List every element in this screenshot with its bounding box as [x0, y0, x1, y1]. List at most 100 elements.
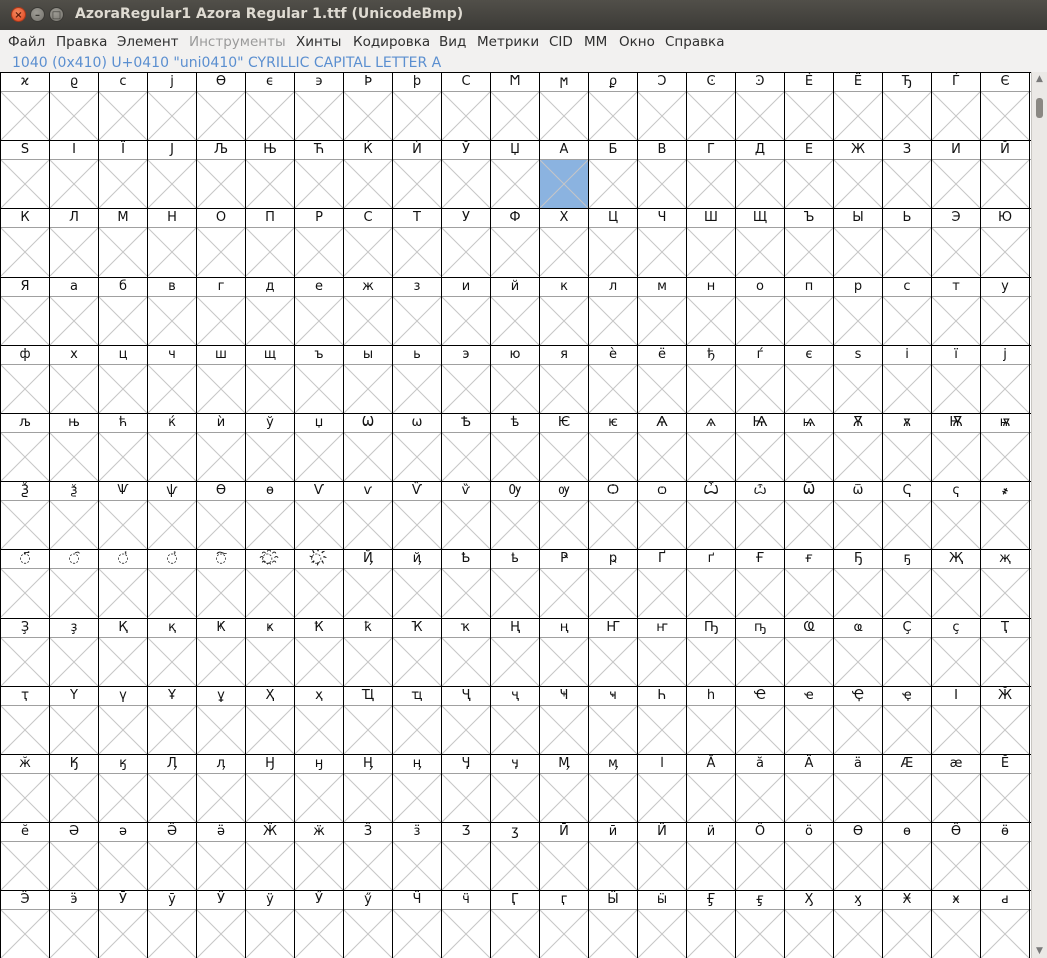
glyph-cell[interactable]: ӣ	[589, 823, 638, 891]
glyph-cell[interactable]: Ҏ	[540, 550, 589, 618]
menu-item[interactable]: Окно	[619, 34, 655, 50]
glyph-cell[interactable]: д	[246, 278, 295, 346]
scroll-up-arrow-icon[interactable]: ▲	[1034, 74, 1045, 84]
glyph-cell[interactable]: н	[687, 278, 736, 346]
glyph-cell[interactable]: ѭ	[981, 414, 1030, 482]
glyph-cell[interactable]: Ӈ	[246, 755, 295, 823]
glyph-cell[interactable]: ҏ	[589, 550, 638, 618]
glyph-cell[interactable]: Ӓ	[785, 755, 834, 823]
glyph-cell[interactable]: ҝ	[246, 619, 295, 687]
glyph-cell[interactable]: Џ	[491, 141, 540, 209]
glyph-cell[interactable]: Ы	[834, 209, 883, 277]
glyph-cell[interactable]: ѝ	[197, 414, 246, 482]
glyph-cell[interactable]: р	[834, 278, 883, 346]
menu-item[interactable]: MM	[584, 34, 607, 50]
glyph-cell[interactable]: ѳ	[246, 482, 295, 550]
minimize-window-button[interactable]: –	[30, 7, 45, 22]
glyph-cell[interactable]: х	[50, 346, 99, 414]
glyph-cell[interactable]: ӽ	[834, 891, 883, 958]
menu-item[interactable]: Вид	[439, 34, 466, 50]
glyph-cell[interactable]: ц	[99, 346, 148, 414]
glyph-cell[interactable]: Ӌ	[442, 755, 491, 823]
glyph-cell[interactable]: ф	[1, 346, 50, 414]
glyph-cell[interactable]: П	[246, 209, 295, 277]
glyph-cell[interactable]: І	[50, 141, 99, 209]
glyph-cell[interactable]: љ	[1, 414, 50, 482]
glyph-cell[interactable]: Ӿ	[883, 891, 932, 958]
glyph-cell[interactable]: ϴ	[197, 73, 246, 141]
glyph-cell[interactable]: ӕ	[932, 755, 981, 823]
glyph-cell[interactable]: Е	[785, 141, 834, 209]
glyph-cell[interactable]: ѽ	[736, 482, 785, 550]
glyph-cell[interactable]: џ	[295, 414, 344, 482]
glyph-cell[interactable]: Ӧ	[736, 823, 785, 891]
glyph-cell[interactable]: Ӱ	[197, 891, 246, 958]
glyph-cell[interactable]: Є	[981, 73, 1030, 141]
glyph-cell[interactable]: Ҙ	[1, 619, 50, 687]
glyph-cell[interactable]: ҫ	[932, 619, 981, 687]
glyph-cell[interactable]: Ӯ	[99, 891, 148, 958]
glyph-cell[interactable]: ϰ	[1, 73, 50, 141]
glyph-cell[interactable]: ѱ	[148, 482, 197, 550]
glyph-cell[interactable]: ҽ	[785, 687, 834, 755]
glyph-cell[interactable]: ѵ	[344, 482, 393, 550]
glyph-cell[interactable]: Җ	[932, 550, 981, 618]
glyph-cell[interactable]: ҷ	[491, 687, 540, 755]
glyph-cell[interactable]: җ	[981, 550, 1030, 618]
glyph-cell[interactable]: т	[932, 278, 981, 346]
glyph-cell[interactable]: Ҩ	[785, 619, 834, 687]
glyph-cell[interactable]: ѫ	[883, 414, 932, 482]
glyph-cell[interactable]: ѿ	[834, 482, 883, 550]
glyph-cell[interactable]: Т	[393, 209, 442, 277]
glyph-cell[interactable]: ҁ	[932, 482, 981, 550]
glyph-cell[interactable]: Ӥ	[638, 823, 687, 891]
glyph-cell[interactable]: Ҫ	[883, 619, 932, 687]
glyph-cell[interactable]: һ	[687, 687, 736, 755]
glyph-cell[interactable]: Ѧ	[638, 414, 687, 482]
menu-item[interactable]: Правка	[56, 34, 107, 50]
glyph-cell[interactable]: Ҿ	[834, 687, 883, 755]
scroll-down-arrow-icon[interactable]: ▼	[1034, 946, 1045, 956]
glyph-cell[interactable]: ќ	[148, 414, 197, 482]
glyph-cell[interactable]: ӑ	[736, 755, 785, 823]
glyph-cell[interactable]: Ѹ	[491, 482, 540, 550]
glyph-cell[interactable]: ԁ	[981, 891, 1030, 958]
glyph-cell[interactable]: о	[736, 278, 785, 346]
glyph-cell[interactable]: ѓ	[736, 346, 785, 414]
glyph-cell[interactable]: Ѝ	[393, 141, 442, 209]
glyph-cell[interactable]: с	[883, 278, 932, 346]
glyph-cell[interactable]: ѥ	[589, 414, 638, 482]
glyph-cell[interactable]: ж	[344, 278, 393, 346]
glyph-cell[interactable]: Ѿ	[785, 482, 834, 550]
glyph-cell[interactable]: ӷ	[540, 891, 589, 958]
glyph-cell[interactable]: ѹ	[540, 482, 589, 550]
glyph-cell[interactable]: к	[540, 278, 589, 346]
glyph-cell[interactable]: Ь	[883, 209, 932, 277]
glyph-cell[interactable]: Ӹ	[589, 891, 638, 958]
glyph-cell[interactable]: Ө	[834, 823, 883, 891]
glyph-cell[interactable]: ә	[99, 823, 148, 891]
glyph-cell[interactable]: і	[883, 346, 932, 414]
glyph-cell[interactable]: Ӣ	[540, 823, 589, 891]
glyph-cell[interactable]: Њ	[246, 141, 295, 209]
glyph-cell[interactable]: м	[638, 278, 687, 346]
glyph-cell[interactable]: Ч	[638, 209, 687, 277]
glyph-cell[interactable]: ҙ	[50, 619, 99, 687]
glyph-cell[interactable]: ӆ	[197, 755, 246, 823]
glyph-cell[interactable]: ѐ	[589, 346, 638, 414]
glyph-cell[interactable]: л	[589, 278, 638, 346]
glyph-cell[interactable]: Ӎ	[540, 755, 589, 823]
glyph-cell[interactable]: њ	[50, 414, 99, 482]
glyph-cell[interactable]: Ѣ	[442, 414, 491, 482]
glyph-cell[interactable]: Ҋ	[344, 550, 393, 618]
glyph-cell[interactable]: ѡ	[393, 414, 442, 482]
glyph-cell[interactable]: ѷ	[442, 482, 491, 550]
glyph-cell[interactable]: Ѓ	[932, 73, 981, 141]
glyph-cell[interactable]: О	[197, 209, 246, 277]
glyph-cell[interactable]: ӏ	[638, 755, 687, 823]
glyph-cell[interactable]: Ѐ	[785, 73, 834, 141]
glyph-cell[interactable]: ѻ	[638, 482, 687, 550]
glyph-cell[interactable]: Ё	[834, 73, 883, 141]
glyph-cell[interactable]: Ѥ	[540, 414, 589, 482]
glyph-cell[interactable]: Ј	[148, 141, 197, 209]
